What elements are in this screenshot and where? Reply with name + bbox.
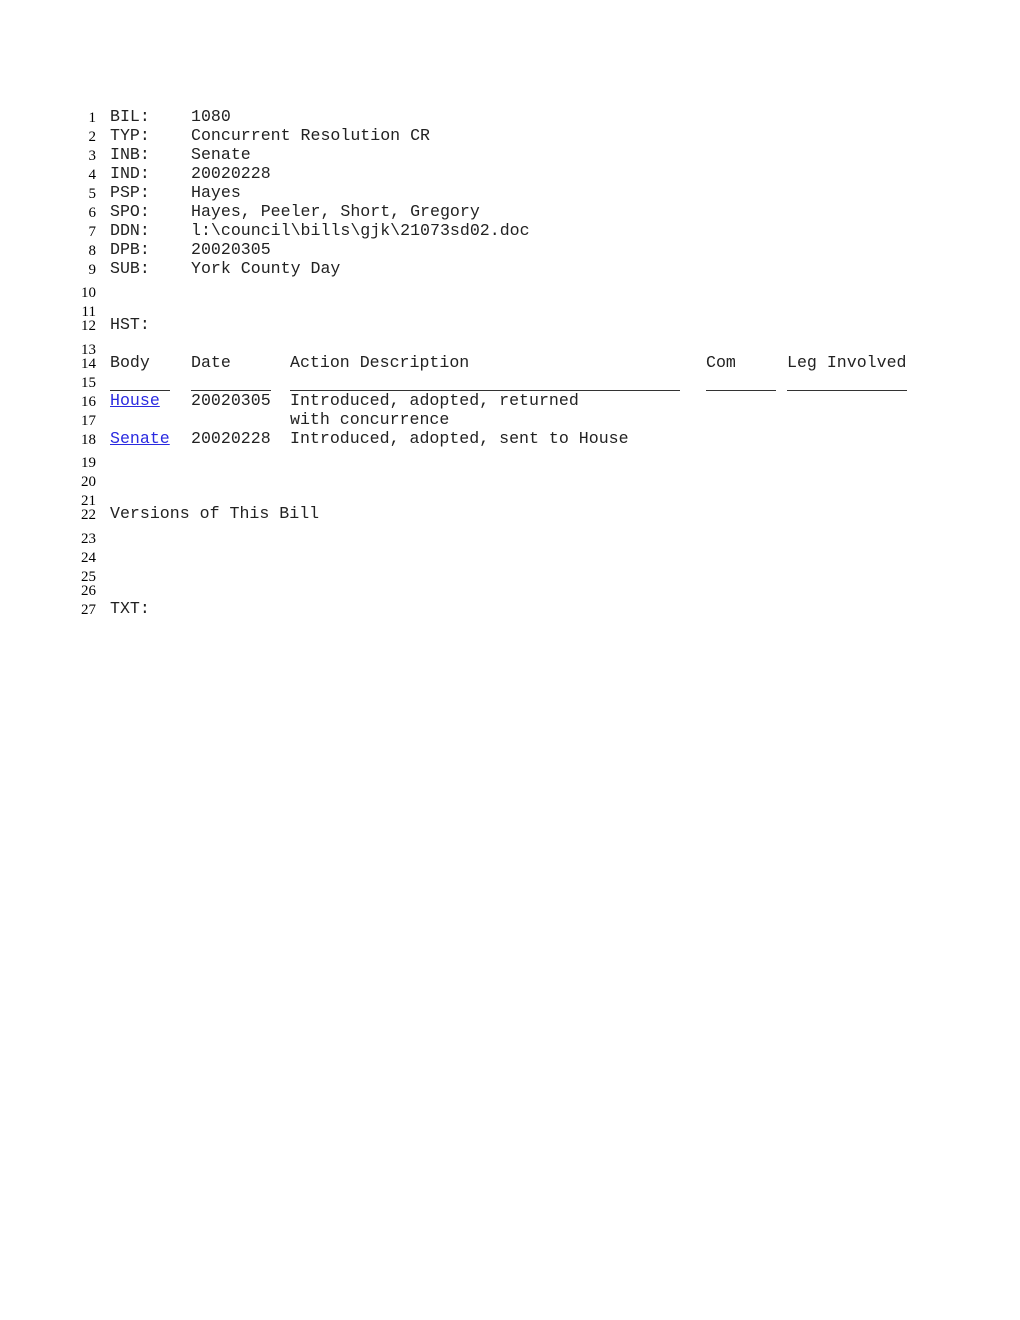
line-number: 8 — [88, 243, 97, 259]
line-number: 19 — [81, 455, 96, 471]
line-number: 6 — [88, 205, 97, 221]
line-number: 10 — [81, 285, 96, 301]
field-key-spo: SPO: — [110, 202, 150, 221]
line-number: 26 — [81, 583, 96, 599]
line-number: 18 — [81, 432, 96, 448]
row-action: Introduced, adopted, returned — [290, 391, 579, 410]
field-value-sub: York County Day — [191, 259, 341, 278]
field-value-dpb: 20020305 — [191, 240, 271, 259]
header-body: Body — [110, 353, 150, 372]
line-number: 7 — [88, 224, 97, 240]
line-number: 24 — [81, 550, 96, 566]
header-action: Action Description — [290, 353, 470, 372]
field-value-spo: Hayes, Peeler, Short, Gregory — [191, 202, 480, 221]
header-leg: Leg Involved — [787, 353, 907, 372]
header-underline-leg — [787, 390, 907, 391]
field-key-typ: TYP: — [110, 126, 150, 145]
txt-label: TXT: — [110, 599, 150, 618]
field-value-bil: 1080 — [191, 107, 231, 126]
field-key-ind: IND: — [110, 164, 150, 183]
header-com: Com — [706, 353, 736, 372]
line-number: 16 — [81, 394, 96, 410]
line-number: 14 — [81, 356, 96, 372]
line-number: 3 — [88, 148, 97, 164]
line-number: 15 — [81, 375, 96, 391]
line-number: 17 — [81, 413, 96, 429]
line-number: 4 — [88, 167, 97, 183]
line-number: 23 — [81, 531, 96, 547]
line-number: 9 — [88, 262, 97, 278]
field-key-bil: BIL: — [110, 107, 150, 126]
line-number: 2 — [88, 129, 97, 145]
line-number: 20 — [81, 474, 96, 490]
line-number: 12 — [81, 318, 96, 334]
header-underline-com — [706, 390, 776, 391]
line-number: 27 — [81, 602, 96, 618]
field-key-sub: SUB: — [110, 259, 150, 278]
field-key-dpb: DPB: — [110, 240, 150, 259]
field-value-ddn: l:\council\bills\gjk\21073sd02.doc — [191, 221, 530, 240]
history-label: HST: — [110, 315, 150, 334]
line-number: 1 — [88, 110, 97, 126]
line-number: 22 — [81, 507, 96, 523]
header-date: Date — [191, 353, 231, 372]
versions-heading: Versions of This Bill — [110, 504, 320, 523]
field-value-psp: Hayes — [191, 183, 241, 202]
body-link-house[interactable]: House — [110, 392, 160, 410]
body-link-senate[interactable]: Senate — [110, 430, 170, 448]
field-key-psp: PSP: — [110, 183, 150, 202]
line-number: 5 — [88, 186, 97, 202]
row-date: 20020228 — [191, 429, 271, 448]
field-key-ddn: DDN: — [110, 221, 150, 240]
field-value-typ: Concurrent Resolution CR — [191, 126, 430, 145]
row-action-continued: with concurrence — [290, 410, 450, 429]
field-key-inb: INB: — [110, 145, 150, 164]
row-date: 20020305 — [191, 391, 271, 410]
field-value-inb: Senate — [191, 145, 251, 164]
row-action: Introduced, adopted, sent to House — [290, 429, 629, 448]
field-value-ind: 20020228 — [191, 164, 271, 183]
